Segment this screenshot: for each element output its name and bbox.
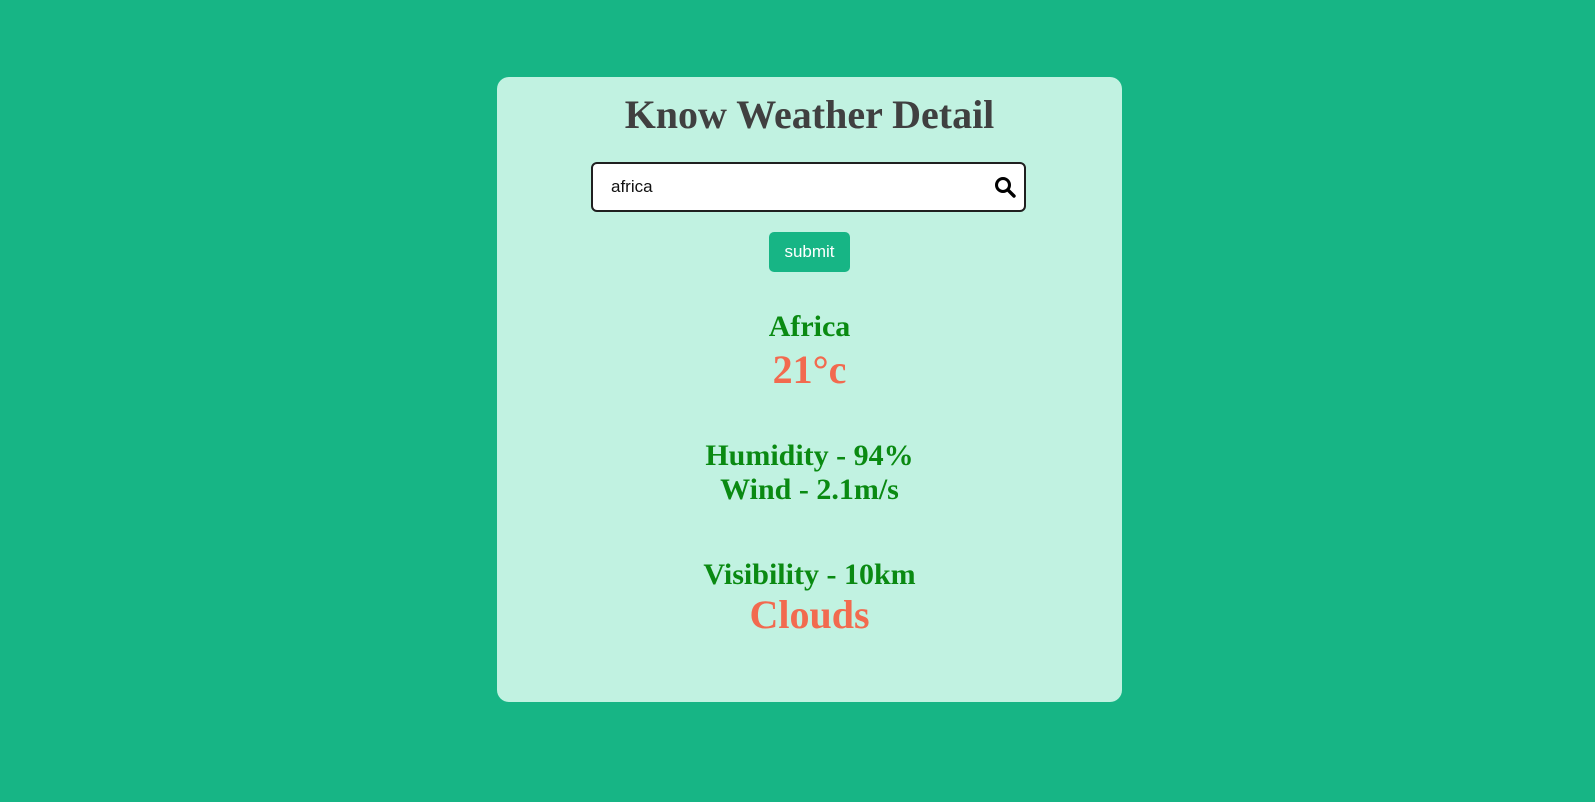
temperature: 21°c <box>772 347 847 392</box>
search-input[interactable] <box>611 164 971 210</box>
wind: Wind - 2.1m/s <box>720 473 899 506</box>
submit-button[interactable]: submit <box>769 232 850 272</box>
weather-card: Know Weather Detail submit Africa 21°c H… <box>497 77 1122 702</box>
search-box[interactable] <box>591 162 1026 212</box>
search-icon[interactable] <box>994 176 1016 198</box>
visibility: Visibility - 10km <box>703 558 916 591</box>
city-name: Africa <box>768 310 851 343</box>
weather-condition: Clouds <box>749 592 870 637</box>
page-title: Know Weather Detail <box>624 92 995 137</box>
humidity: Humidity - 94% <box>705 439 914 472</box>
